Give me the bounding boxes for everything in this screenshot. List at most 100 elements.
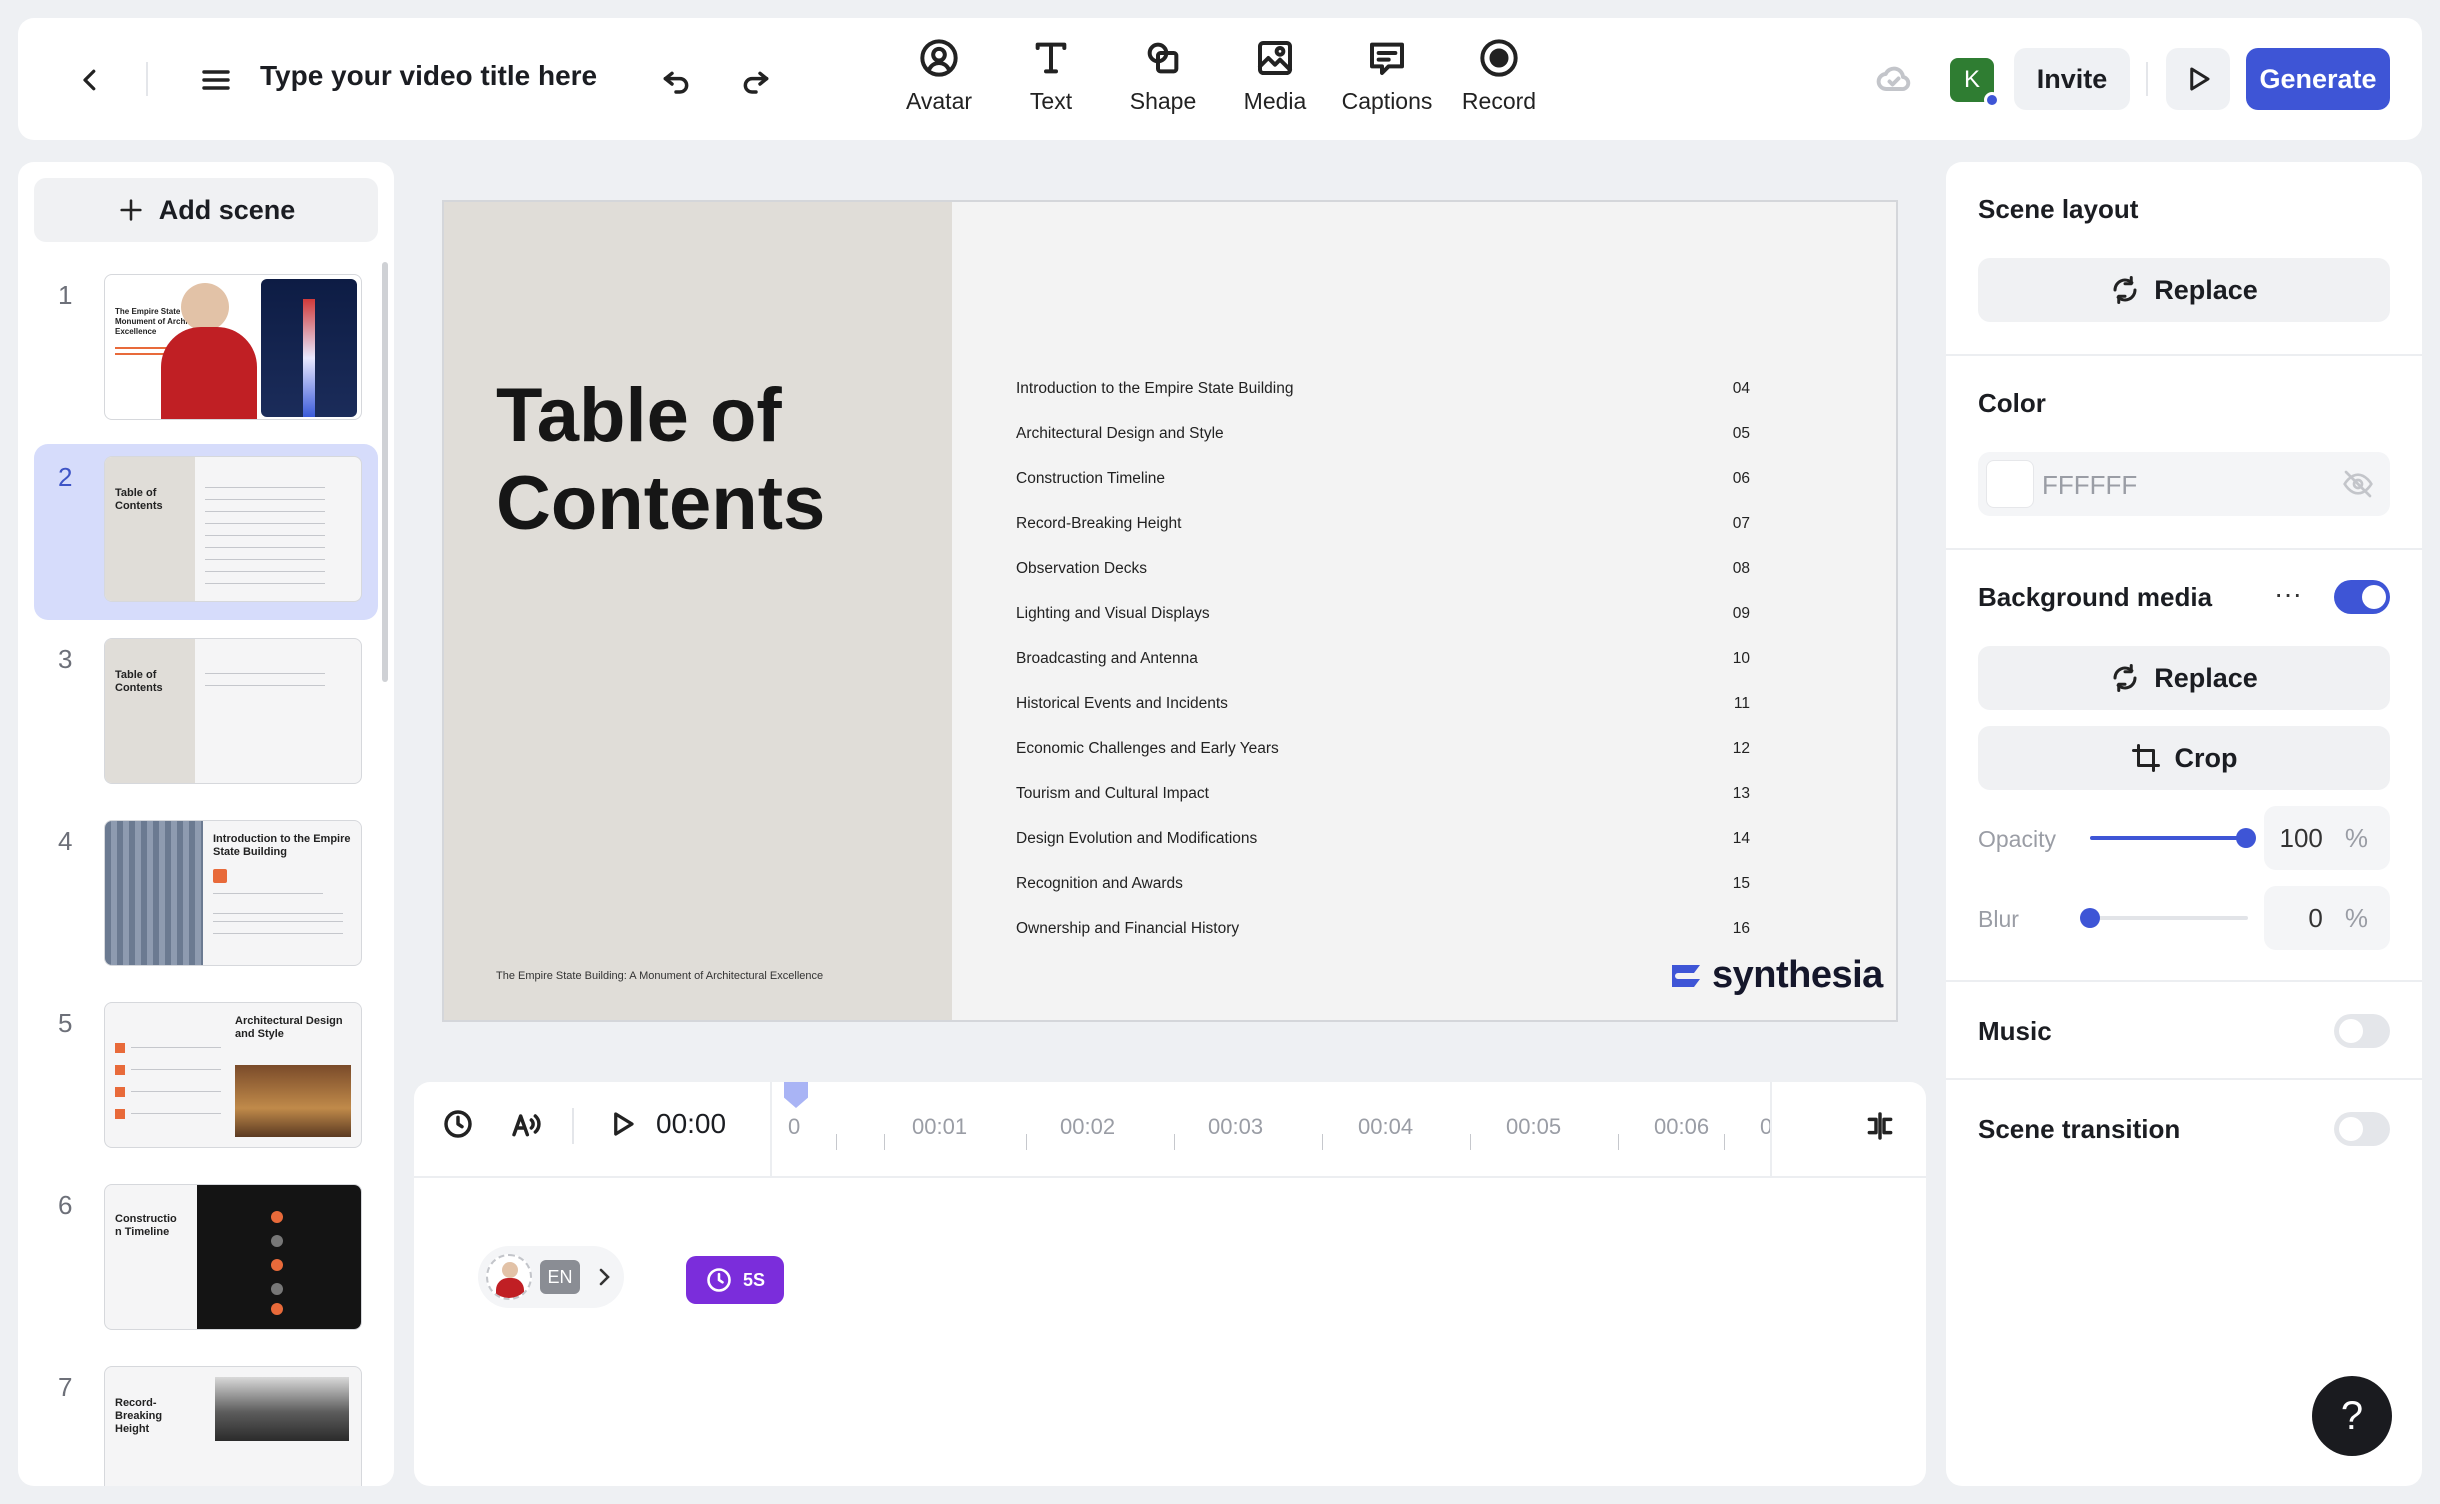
background-media-title: Background media (1978, 582, 2213, 612)
help-button[interactable]: ? (2312, 1376, 2392, 1456)
toc-row[interactable]: Historical Events and Incidents 11 (1016, 695, 1750, 713)
playhead[interactable] (784, 1082, 808, 1108)
split-scene-button[interactable] (1858, 1104, 1902, 1148)
replace-layout-button[interactable]: Replace (1978, 258, 2390, 322)
avatar-script-chip[interactable]: EN (478, 1246, 624, 1308)
toc-page: 07 (1732, 515, 1750, 532)
opacity-slider[interactable] (2090, 836, 2248, 840)
scene-number: 1 (58, 280, 73, 310)
tool-avatar[interactable]: Avatar (884, 38, 994, 128)
captions-icon (1370, 42, 1404, 75)
tool-record[interactable]: Record (1444, 38, 1554, 128)
duration-chip[interactable]: 5S (686, 1256, 784, 1304)
invite-button[interactable]: Invite (2014, 48, 2130, 110)
tool-text[interactable]: Text (996, 38, 1106, 128)
toc-text: Economic Challenges and Early Years (1016, 740, 1279, 757)
toc-page: 15 (1732, 875, 1750, 892)
toc-page: 11 (1733, 695, 1750, 712)
toc-row[interactable]: Economic Challenges and Early Years 12 (1016, 740, 1750, 758)
blur-value: 0 (2308, 902, 2323, 933)
blur-slider-handle[interactable] (2080, 908, 2100, 928)
scene-number: 4 (58, 826, 73, 856)
generate-button[interactable]: Generate (2246, 48, 2390, 110)
bullet (115, 1065, 125, 1075)
music-toggle[interactable] (2334, 1014, 2390, 1048)
redo-icon (743, 71, 769, 94)
scene-item-6[interactable]: 6 Constructio n Timeline (34, 1172, 378, 1348)
scene-list-scrollbar[interactable] (382, 262, 388, 682)
eye-off-icon[interactable] (2342, 468, 2374, 500)
more-options-button[interactable]: ··· (2268, 578, 2308, 612)
opacity-input[interactable]: 100 % (2264, 806, 2390, 870)
toc-text: Construction Timeline (1016, 470, 1166, 487)
slide-canvas[interactable]: Table of Contents The Empire State Build… (442, 200, 1898, 1022)
toc-row[interactable]: Record-Breaking Height 07 (1016, 515, 1750, 533)
opacity-slider-handle[interactable] (2236, 828, 2256, 848)
tool-shape[interactable]: Shape (1108, 38, 1218, 128)
ruler-mark: 00:01 (912, 1114, 968, 1139)
synthesia-logo[interactable]: synthesia (1666, 954, 1883, 997)
thumb-title: Constructio n Timeline (115, 1213, 177, 1238)
color-swatch[interactable] (1986, 460, 2034, 508)
toc-row[interactable]: Observation Decks 08 (1016, 560, 1750, 578)
toc-text: Design Evolution and Modifications (1016, 830, 1258, 847)
preview-button[interactable] (2166, 48, 2230, 110)
divider (1770, 1082, 1772, 1176)
ruler-tick (884, 1134, 885, 1150)
toc-row[interactable]: Construction Timeline 06 (1016, 470, 1750, 488)
ruler-mark: 00:03 (1208, 1114, 1264, 1139)
undo-button[interactable] (648, 52, 704, 108)
scene-item-4[interactable]: 4 Introduction to the Empire State Build… (34, 808, 378, 984)
plus-icon (120, 199, 142, 221)
slide-title[interactable]: Table of Contents (496, 372, 825, 548)
toc-row[interactable]: Architectural Design and Style 05 (1016, 425, 1750, 443)
back-button[interactable] (62, 52, 118, 108)
scene-item-7[interactable]: 7 Record- Breaking Height (34, 1354, 378, 1486)
duration-button[interactable] (438, 1104, 478, 1144)
split-icon (1867, 1112, 1893, 1140)
scene-transition-toggle[interactable] (2334, 1112, 2390, 1146)
replace-label: Replace (2154, 662, 2258, 693)
crop-button[interactable]: Crop (1978, 726, 2390, 790)
tool-label: Captions (1341, 88, 1433, 114)
divider (2146, 62, 2148, 96)
background-media-toggle[interactable] (2334, 580, 2390, 614)
thumb-line (213, 921, 343, 922)
play-timeline-button[interactable] (602, 1104, 642, 1144)
toc-text: Architectural Design and Style (1016, 425, 1224, 442)
scene-item-3[interactable]: 3 Table of Contents (34, 626, 378, 802)
thumb-title: Introduction to the Empire State Buildin… (213, 833, 351, 858)
scene-item-2[interactable]: 2 Table of Contents (34, 444, 378, 620)
toc-row[interactable]: Tourism and Cultural Impact 13 (1016, 785, 1750, 803)
toc-row[interactable]: Design Evolution and Modifications 14 (1016, 830, 1750, 848)
color-field[interactable]: FFFFFF (1978, 452, 2390, 516)
video-title-input[interactable]: Type your video title here (260, 60, 597, 92)
menu-button[interactable] (188, 52, 244, 108)
toc-row[interactable]: Recognition and Awards 15 (1016, 875, 1750, 893)
tool-media[interactable]: Media (1220, 38, 1330, 128)
redo-button[interactable] (728, 52, 784, 108)
thumb-title: Table of Contents (115, 669, 163, 694)
add-scene-button[interactable]: Add scene (34, 178, 378, 242)
user-avatar[interactable]: K (1950, 58, 2000, 108)
timeline-ruler[interactable]: 0 00:01 00:02 00:03 00:04 00:05 00:06 0 (772, 1082, 1770, 1176)
ruler-mark: 00:06 (1654, 1114, 1710, 1139)
status-dot (1984, 92, 2000, 108)
toc-page: 12 (1732, 740, 1750, 757)
slide-footer[interactable]: The Empire State Building: A Monument of… (496, 970, 823, 982)
blur-input[interactable]: 0 % (2264, 886, 2390, 950)
toc-row[interactable]: Lighting and Visual Displays 09 (1016, 605, 1750, 623)
toc-row[interactable]: Broadcasting and Antenna 10 (1016, 650, 1750, 668)
tool-captions[interactable]: Captions (1332, 38, 1442, 128)
replace-media-button[interactable]: Replace (1978, 646, 2390, 710)
scene-number: 2 (58, 462, 73, 492)
blur-slider[interactable] (2090, 916, 2248, 920)
toc-row[interactable]: Introduction to the Empire State Buildin… (1016, 380, 1750, 398)
thumb-sidebar (105, 457, 195, 601)
scene-item-1[interactable]: 1 The Empire State Building: Monument of… (34, 262, 378, 438)
voice-button[interactable] (506, 1104, 546, 1144)
scene-item-5[interactable]: 5 Architectural Design and Style (34, 990, 378, 1166)
add-scene-label: Add scene (158, 194, 296, 225)
toc-row[interactable]: Ownership and Financial History 16 (1016, 920, 1750, 938)
ruler-mark: 0 (788, 1114, 801, 1139)
